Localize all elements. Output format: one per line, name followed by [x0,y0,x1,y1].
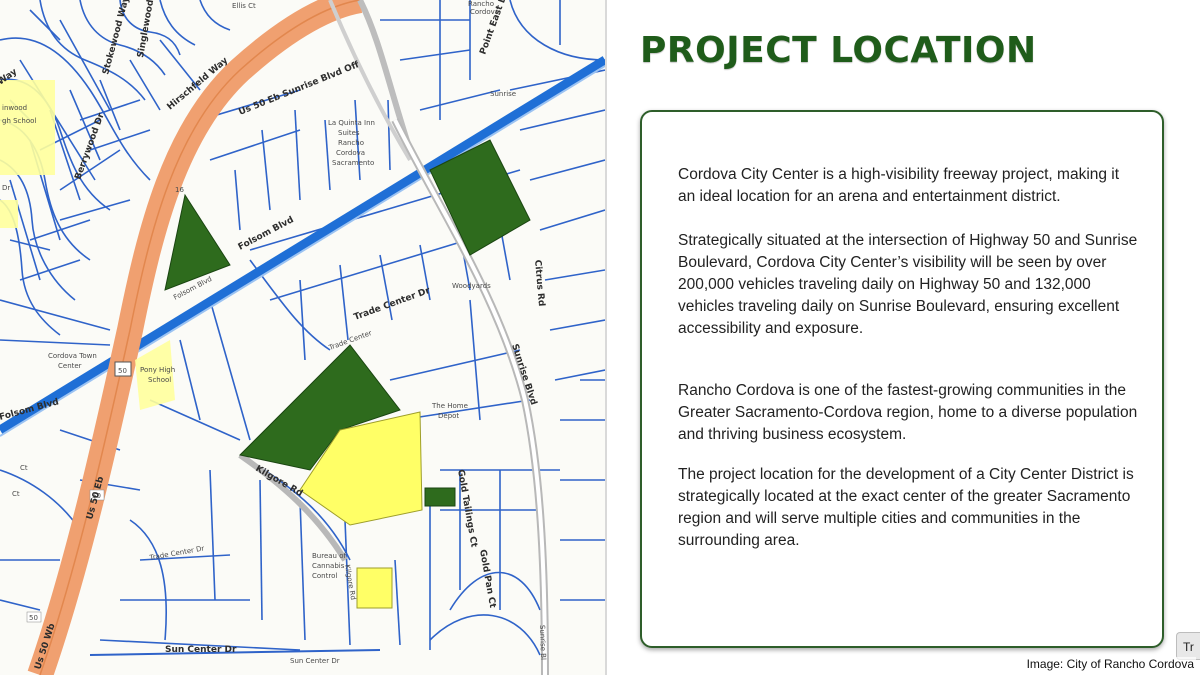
svg-text:La Quinta Inn: La Quinta Inn [328,119,375,127]
paragraph-visibility: Cordova City Center is a high-visibility… [678,166,1120,205]
svg-text:Cordova Town: Cordova Town [48,352,97,360]
svg-text:Rancho: Rancho [338,139,364,147]
school-area [0,80,55,175]
svg-text:Cordova: Cordova [336,149,365,157]
project-parcel-small [424,487,456,507]
svg-text:Ellis Ct: Ellis Ct [232,2,256,10]
svg-text:Bureau of: Bureau of [312,552,347,560]
svg-text:50: 50 [118,367,127,375]
svg-text:Ct: Ct [20,464,28,472]
card-text: Cordova City Center is a high-visibility… [678,164,1138,552]
svg-text:Sacramento: Sacramento [332,159,374,167]
svg-text:Rancho: Rancho [468,0,494,8]
svg-text:inwood: inwood [2,104,27,112]
svg-text:Cannabis: Cannabis [312,562,345,570]
svg-text:Depot: Depot [438,412,459,420]
map-canvas: 50 50 50 16 Folsom Blvd Folsom Blvd Fols… [0,0,605,675]
svg-text:16: 16 [175,186,184,194]
svg-text:Cordova: Cordova [470,8,499,16]
svg-text:Pony High: Pony High [140,366,175,374]
content-card: Cordova City Center is a high-visibility… [640,110,1164,648]
image-credit: Image: City of Rancho Cordova [1024,657,1196,671]
svg-text:The Home: The Home [431,402,468,410]
svg-text:School: School [148,376,171,384]
svg-text:Control: Control [312,572,337,580]
svg-text:Sun Center Dr: Sun Center Dr [165,645,237,655]
svg-text:Sun Center Dr: Sun Center Dr [290,657,340,665]
svg-text:Sunrise: Sunrise [490,90,516,98]
hwy-shield-50-c: 50 [26,611,42,623]
panel-divider [605,0,607,675]
svg-text:gh School: gh School [2,117,36,125]
svg-text:Woodyards: Woodyards [452,282,491,290]
svg-text:50: 50 [29,614,38,622]
project-map[interactable]: 50 50 50 16 Folsom Blvd Folsom Blvd Fols… [0,0,605,675]
parcel-yellow-south [356,567,393,609]
svg-text:Suites: Suites [338,129,360,137]
paragraph-growth: Rancho Cordova is one of the fastest-gro… [678,382,1138,443]
svg-text:Center: Center [58,362,82,370]
svg-text:Ct: Ct [12,490,20,498]
svg-text:Dr: Dr [2,184,10,192]
hwy-shield-50: 50 [114,361,132,377]
paragraph-location: The project location for the development… [678,466,1134,549]
page-title: PROJECT LOCATION [640,30,1037,71]
svg-text:Sunrise Bl: Sunrise Bl [538,625,547,660]
translate-button[interactable]: Tr [1176,632,1200,660]
paragraph-traffic: Strategically situated at the intersecti… [678,232,1138,337]
